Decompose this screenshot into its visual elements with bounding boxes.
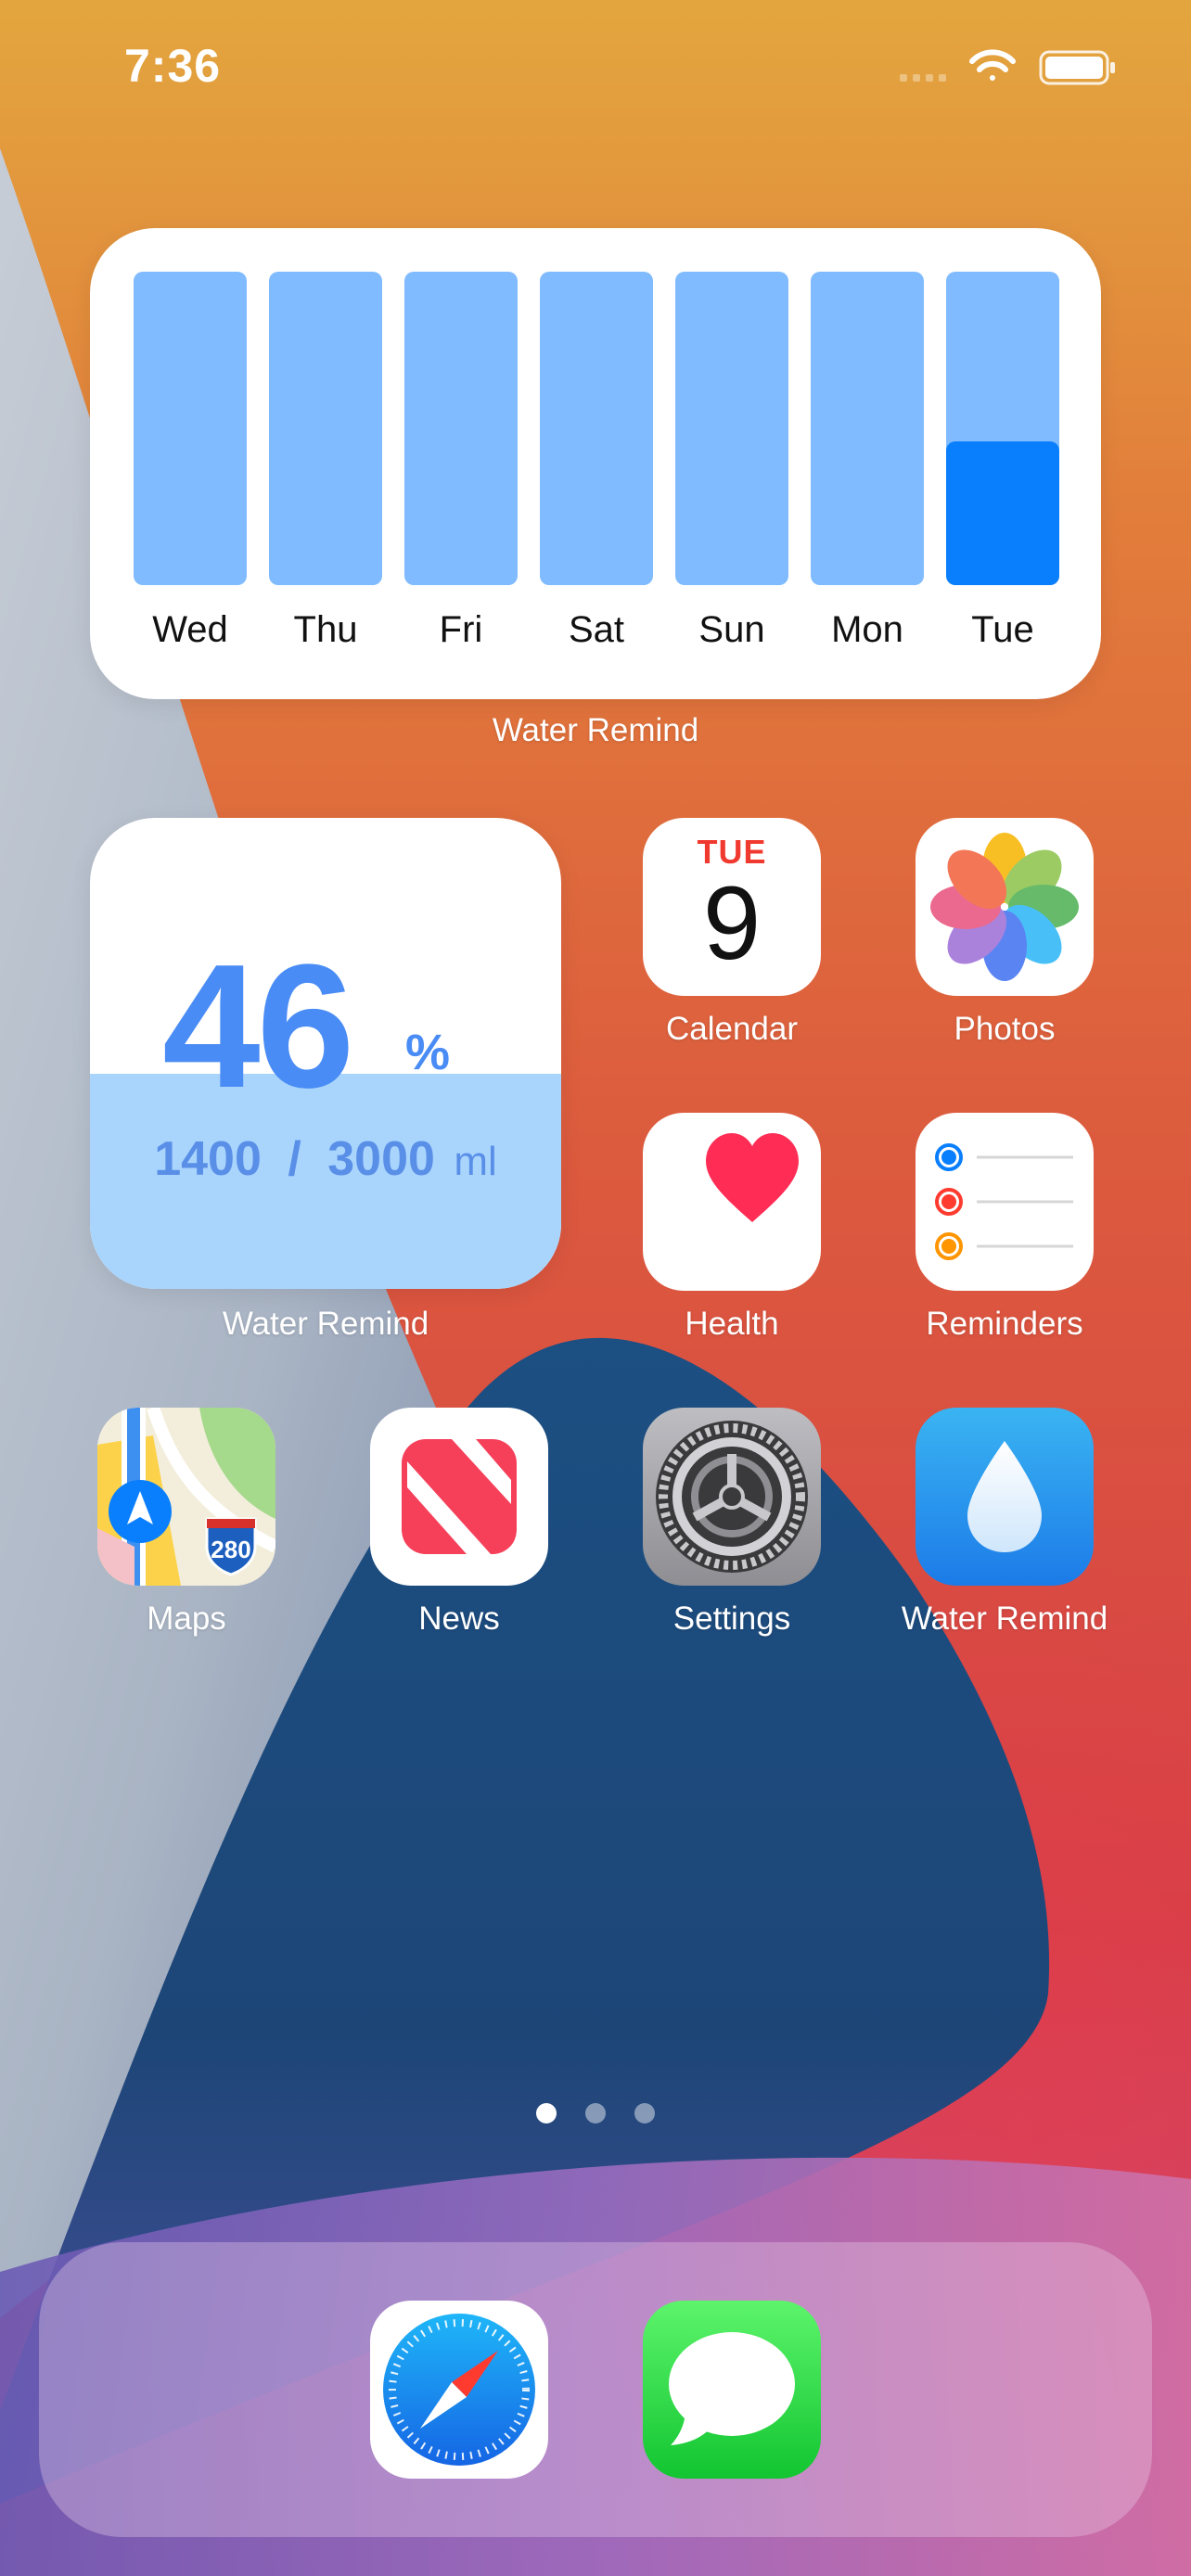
day-label: Thu [293,609,358,650]
day-bar [404,272,518,585]
intake-amount: 1400 / 3000 ml [90,1131,561,1187]
day-label: Fri [439,609,483,650]
message-bubble-icon [669,2332,795,2445]
amount-separator: / [288,1132,301,1186]
bar-track [811,272,924,585]
gear-icon [656,1421,808,1573]
bar-track [269,272,382,585]
page-dot[interactable] [585,2103,606,2123]
app-label-maps: Maps [147,1600,226,1637]
day-bar [269,272,382,585]
news-icon [402,1439,517,1554]
page-dot[interactable] [634,2103,655,2123]
messages-app-icon[interactable] [643,2301,821,2479]
current-intake: 1400 [154,1132,262,1186]
intake-unit: ml [454,1139,497,1184]
percent-value: 46 [162,928,354,1125]
highway-shield-number: 280 [211,1536,250,1563]
bar-track [675,272,788,585]
settings-app-icon[interactable] [643,1408,821,1586]
progress-widget-label: Water Remind [222,1306,429,1342]
bar-track [540,272,653,585]
day-label: Sat [568,609,625,650]
app-label-news: News [418,1600,500,1637]
reminders-list-icon [935,1143,1073,1260]
battery-icon [1039,50,1115,85]
maps-app-icon[interactable]: 280 [97,1408,275,1586]
app-label-health: Health [685,1306,779,1342]
status-time: 7:36 [124,40,222,92]
percent-symbol: % [405,1025,451,1080]
calendar-app-icon[interactable]: TUE 9 [643,818,821,996]
day-label: Wed [152,609,228,650]
goal-intake: 3000 [327,1132,435,1186]
app-label-settings: Settings [672,1600,791,1637]
page-dot[interactable] [536,2103,557,2123]
day-label: Sun [698,609,765,650]
news-app-icon[interactable] [370,1408,548,1586]
health-app-icon[interactable] [643,1113,821,1291]
day-bar [134,272,247,585]
weekly-water-widget[interactable]: Wed Thu Fri Sat Sun Mon Tue [90,228,1101,699]
app-label-water-remind: Water Remind [901,1600,1108,1637]
app-label-photos: Photos [954,1011,1056,1047]
photos-flower-icon [930,833,1079,981]
map-icon: 280 [97,1408,275,1586]
reminders-app-icon[interactable] [916,1113,1094,1291]
page-indicator[interactable] [536,2103,666,2123]
signal-icon [900,74,946,82]
app-label-reminders: Reminders [926,1306,1083,1342]
water-progress-widget[interactable]: 46 % 1400 / 3000 ml [90,818,561,1289]
safari-app-icon[interactable] [370,2301,548,2479]
photos-app-icon[interactable] [916,818,1094,996]
wifi-icon [969,49,1016,81]
day-label: Mon [831,609,903,650]
bar-fill [946,440,1059,585]
safari-icon [383,2314,535,2466]
day-bar [811,272,924,585]
water-remind-app-icon[interactable] [916,1408,1094,1586]
bar-track [404,272,518,585]
water-drop-icon [967,1441,1042,1552]
dock [39,2242,1152,2537]
heart-icon [706,1133,799,1222]
day-label: Tue [971,609,1034,650]
status-icons [900,49,1115,85]
bar-track [134,272,247,585]
weekly-widget-label: Water Remind [492,712,699,748]
day-bar [540,272,653,585]
app-label-calendar: Calendar [665,1011,799,1047]
calendar-date: 9 [702,865,762,981]
day-bar [675,272,788,585]
day-bar-today [946,272,1059,585]
